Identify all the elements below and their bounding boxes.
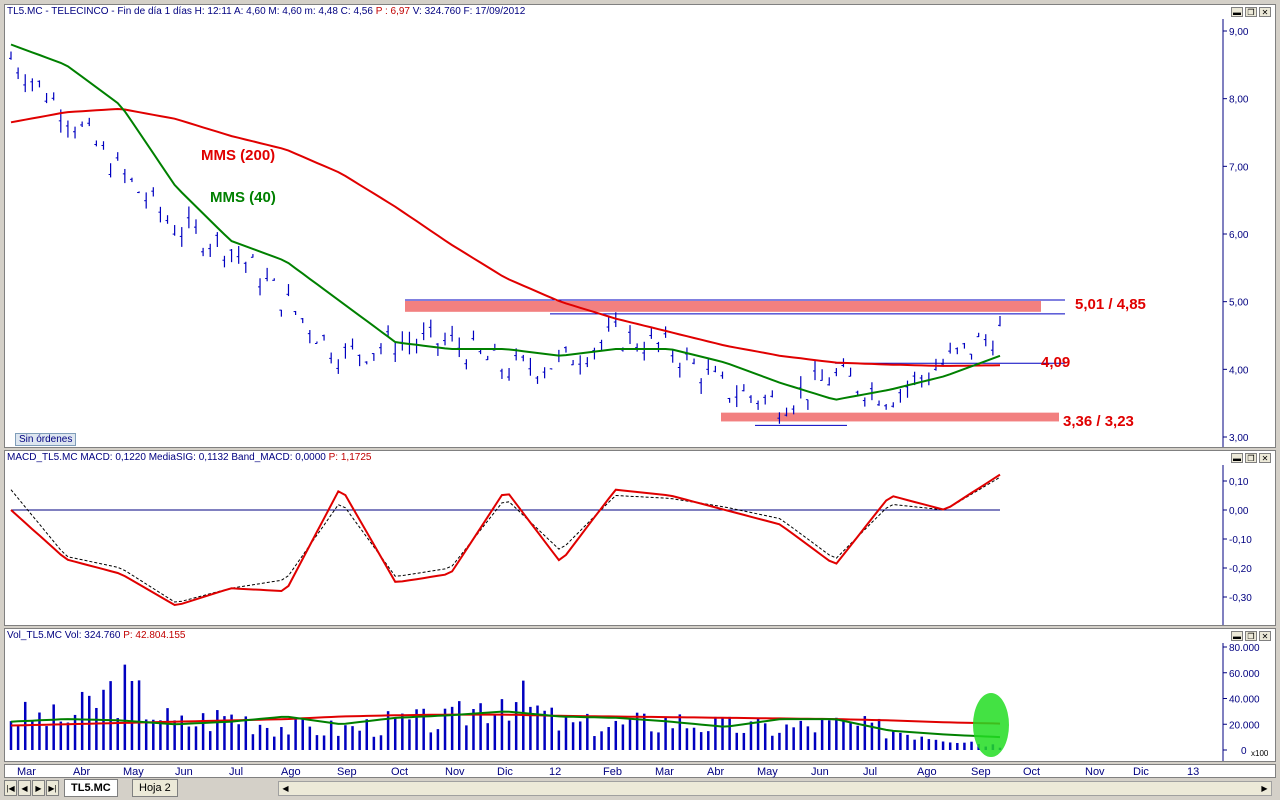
- scroll-left-icon[interactable]: ◀: [279, 782, 292, 795]
- price-plot: 9,00 8,00 7,00 6,00 5,00 4,00 3,00 MMS (200) MMS…: [9, 19, 1249, 447]
- x-axis-label: Dic: [497, 766, 513, 778]
- vol-y-tick-label: 0: [1241, 746, 1247, 757]
- vol-y-tick-label: 40.000: [1229, 695, 1260, 706]
- price-y-tick-label: 7,00: [1229, 162, 1249, 173]
- x-axis-label: Ago: [917, 766, 937, 778]
- price-y-tick-label: 4,00: [1229, 365, 1249, 376]
- x-axis-label: 12: [549, 766, 562, 778]
- x-axis-label: Mar: [17, 766, 36, 778]
- price-y-tick-label: 8,00: [1229, 95, 1249, 106]
- price-y-tick-label: 5,00: [1229, 298, 1249, 309]
- resistance-label: 5,01 / 4,85: [1075, 296, 1146, 313]
- highlight-ellipse: [973, 693, 1009, 757]
- x-axis-label: Sep: [337, 766, 357, 778]
- x-axis-label: Jul: [863, 766, 878, 778]
- macd-plot: 0,10 0,00 -0,10 -0,20 -0,30: [10, 465, 1252, 625]
- price-y-tick-label: 9,00: [1229, 27, 1249, 38]
- x-axis-label: May: [757, 766, 778, 778]
- sheet-tab-bar: |◀ ◀ ▶ ▶| TL5.MC Hoja 2 ◀ ▶: [0, 778, 1280, 800]
- vol-y-tick-label: 20.000: [1229, 720, 1260, 731]
- x-axis-label: Dic: [1133, 766, 1149, 778]
- sin-ordenes-button[interactable]: Sin órdenes: [15, 433, 77, 446]
- vol-unit-label: x100: [1251, 749, 1269, 758]
- x-axis-label: Feb: [603, 766, 622, 778]
- vol-y-tick-label: 80.000: [1229, 643, 1260, 654]
- volume-plot: 80.000 60.000 40.000 20.000 0 x100: [9, 643, 1269, 761]
- macd-line: [10, 473, 1001, 607]
- mms40-line: [10, 43, 1001, 401]
- macd-y-tick-label: 0,10: [1229, 477, 1249, 488]
- resistance-band: [405, 300, 1041, 312]
- mms200-label: MMS (200): [201, 147, 275, 164]
- x-axis-label: Nov: [1085, 766, 1105, 778]
- price-y-tick-label: 6,00: [1229, 230, 1249, 241]
- prev-sheet-icon[interactable]: ◀: [18, 780, 31, 796]
- x-axis-label: Abr: [707, 766, 725, 778]
- vol-y-tick-label: 60.000: [1229, 669, 1260, 680]
- macd-panel[interactable]: MACD_TL5.MC MACD: 0,1220 MediaSIG: 0,113…: [4, 450, 1276, 626]
- next-sheet-icon[interactable]: ▶: [32, 780, 45, 796]
- tab-tl5[interactable]: TL5.MC: [64, 779, 118, 797]
- last-sheet-icon[interactable]: ▶|: [46, 780, 59, 796]
- x-axis-label: Mar: [655, 766, 674, 778]
- support-label: 3,36 / 3,23: [1063, 413, 1134, 430]
- macd-signal-line: [10, 476, 1001, 603]
- x-axis-label: Sep: [971, 766, 991, 778]
- mid-level-label: 4,09: [1041, 354, 1070, 371]
- macd-y-tick-label: 0,00: [1229, 506, 1249, 517]
- x-axis-label: Nov: [445, 766, 465, 778]
- mms40-label: MMS (40): [210, 189, 276, 206]
- x-axis-label: May: [123, 766, 144, 778]
- x-axis-label: Jun: [175, 766, 193, 778]
- x-axis-label: Jul: [229, 766, 244, 778]
- horizontal-scrollbar[interactable]: ◀ ▶: [278, 781, 1272, 796]
- mms200-line: [10, 107, 1001, 367]
- macd-y-tick-label: -0,30: [1229, 593, 1252, 604]
- scroll-right-icon[interactable]: ▶: [1258, 782, 1271, 795]
- x-axis-label: Oct: [1023, 766, 1041, 778]
- macd-y-tick-label: -0,20: [1229, 564, 1252, 575]
- x-axis-label: 13: [1187, 766, 1200, 778]
- x-axis-label: Ago: [281, 766, 301, 778]
- price-y-tick-label: 3,00: [1229, 433, 1249, 444]
- first-sheet-icon[interactable]: |◀: [4, 780, 17, 796]
- macd-y-tick-label: -0,10: [1229, 535, 1252, 546]
- x-axis-label: Jun: [811, 766, 829, 778]
- price-chart-panel[interactable]: TL5.MC - TELECINCO - Fin de día 1 días H…: [4, 4, 1276, 448]
- x-axis-label: Oct: [391, 766, 409, 778]
- support-band: [721, 412, 1059, 422]
- x-axis-label: Abr: [73, 766, 91, 778]
- tab-hoja2[interactable]: Hoja 2: [132, 779, 178, 797]
- volume-panel[interactable]: Vol_TL5.MC Vol: 324.760 P: 42.804.155 ▬ …: [4, 628, 1276, 762]
- time-axis: Mar Abr May Jun Jul Ago Sep Oct Nov Dic 12 Feb Mar Ab…: [4, 764, 1276, 778]
